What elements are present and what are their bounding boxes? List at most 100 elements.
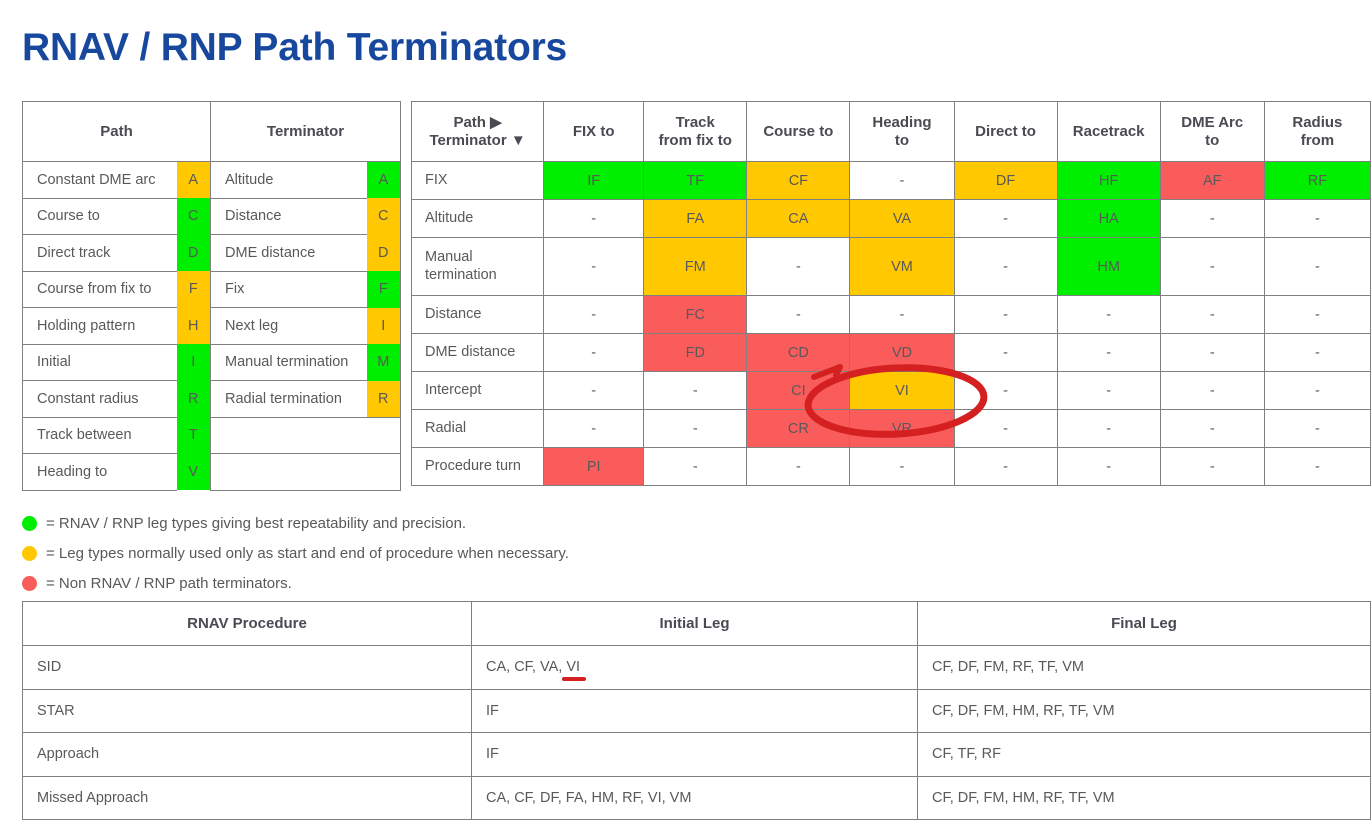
matrix-cell: CR: [746, 409, 851, 448]
path-code-cell: D: [176, 234, 212, 271]
matrix-column-header: Heading to: [849, 101, 955, 162]
matrix-row-header: Intercept: [410, 371, 545, 410]
matrix-row: FIX IF TF CF - DF HF AF RF: [410, 161, 1372, 200]
path-name-cell: Initial: [22, 343, 177, 381]
terminator-name-cell: [210, 416, 367, 454]
matrix-cell: -: [543, 199, 645, 238]
matrix-row-header: FIX: [410, 161, 545, 200]
matrix-cell: -: [543, 333, 645, 372]
initial-leg-underlined-token: VI: [562, 659, 586, 682]
red-circle-icon: [22, 575, 37, 591]
proc-name-cell: SID: [22, 645, 472, 690]
path-name-cell: Course to: [22, 197, 177, 235]
terminator-code-cell: F: [366, 271, 402, 308]
matrix-column-header: DME Arc to: [1159, 101, 1265, 162]
matrix-cell: -: [1159, 409, 1265, 448]
matrix-row-header: Altitude: [410, 199, 545, 238]
terminator-code-cell: M: [366, 344, 402, 381]
matrix-cell: -: [1263, 409, 1372, 448]
path-code-cell: H: [176, 307, 212, 344]
path-terminator-reference-table: Path Terminator Constant DME arc A Altitud…: [21, 101, 402, 491]
matrix-row: Manual termination - FM - VM - HM - -: [410, 237, 1372, 296]
matrix-cell: -: [1263, 447, 1372, 486]
path-code-cell: T: [176, 417, 212, 454]
matrix-cell: -: [543, 237, 645, 296]
matrix-cell: -: [1263, 371, 1372, 410]
matrix-cell: -: [643, 409, 748, 448]
matrix-cell: -: [1263, 295, 1372, 334]
matrix-cell: -: [849, 447, 955, 486]
ref-table-row: Heading to V: [22, 453, 402, 491]
matrix-row: Altitude - FA CA VA - HA - -: [410, 199, 1372, 238]
matrix-cell: CD: [746, 333, 851, 372]
ref-header-path: Path: [21, 101, 212, 162]
terminator-name-cell: Distance: [210, 197, 367, 235]
path-code-cell: A: [176, 161, 212, 198]
path-code-cell: C: [176, 198, 212, 235]
matrix-cell: -: [1056, 295, 1161, 334]
proc-name-cell: Missed Approach: [22, 775, 472, 820]
path-name-cell: Course from fix to: [22, 270, 177, 308]
proc-header-initial-leg: Initial Leg: [471, 601, 918, 646]
terminator-name-cell: [210, 453, 367, 491]
initial-leg-prefix: CA, CF, VA,: [486, 659, 567, 676]
matrix-cell: -: [953, 199, 1058, 238]
legend-label: = Leg types normally used only as start …: [46, 544, 569, 562]
proc-final-leg-cell: CF, TF, RF: [917, 732, 1371, 777]
matrix-cell: -: [953, 371, 1058, 410]
matrix-row-header: Manual termination: [410, 237, 545, 296]
matrix-row: Radial - - CR VR - - - -: [410, 409, 1372, 448]
terminator-code-cell: I: [366, 307, 402, 344]
ref-table-row: Constant DME arc A Altitude A: [22, 161, 402, 199]
matrix-cell: -: [543, 409, 645, 448]
color-legend: = RNAV / RNP leg types giving best repea…: [22, 508, 722, 598]
matrix-header-row: Path ▶ Terminator ▼ FIX to Track from fix …: [410, 101, 1372, 162]
matrix-row-header: Radial: [410, 409, 545, 448]
path-name-cell: Track between: [22, 416, 177, 454]
proc-header-row: RNAV Procedure Initial Leg Final Leg: [22, 601, 1371, 646]
matrix-cell: -: [953, 295, 1058, 334]
ref-table-row: Direct track D DME distance D: [22, 234, 402, 272]
terminator-name-cell: Radial termination: [210, 380, 367, 418]
path-name-cell: Constant radius: [22, 380, 177, 418]
path-name-cell: Constant DME arc: [22, 161, 177, 199]
matrix-cell: -: [1263, 333, 1372, 372]
matrix-cell: -: [746, 295, 851, 334]
proc-final-leg-cell: CF, DF, FM, HM, RF, TF, VM: [917, 775, 1371, 820]
matrix-cell: -: [1159, 333, 1265, 372]
terminator-name-cell: DME distance: [210, 234, 367, 272]
matrix-cell: -: [1056, 447, 1161, 486]
legend-item: = Leg types normally used only as start …: [22, 538, 722, 568]
proc-final-leg-cell: CF, DF, FM, HM, RF, TF, VM: [917, 688, 1371, 733]
proc-final-leg-cell: CF, DF, FM, RF, TF, VM: [917, 645, 1371, 690]
ref-header-terminator: Terminator: [210, 101, 402, 162]
matrix-cell: AF: [1159, 161, 1265, 200]
matrix-cell: -: [1263, 237, 1372, 296]
matrix-cell: -: [1056, 409, 1161, 448]
path-terminator-matrix-table: Path ▶ Terminator ▼ FIX to Track from fix …: [410, 101, 1372, 486]
proc-table-row: SID CA, CF, VA, VI CF, DF, FM, RF, TF, VM: [22, 645, 1371, 690]
ref-table-row: Track between T: [22, 416, 402, 454]
page-title: RNAV / RNP Path Terminators: [22, 26, 568, 69]
path-code-cell: F: [176, 271, 212, 308]
proc-initial-leg-cell: CA, CF, VA, VI: [471, 645, 918, 690]
matrix-cell: DF: [953, 161, 1058, 200]
path-name-cell: Holding pattern: [22, 307, 177, 345]
proc-initial-leg-cell: IF: [471, 688, 918, 733]
matrix-cell: -: [1159, 447, 1265, 486]
matrix-cell: VR: [849, 409, 955, 448]
matrix-cell: CF: [746, 161, 851, 200]
matrix-cell: -: [953, 237, 1058, 296]
matrix-cell: -: [849, 295, 955, 334]
matrix-cell: IF: [543, 161, 645, 200]
proc-name-cell: Approach: [22, 732, 472, 777]
matrix-cell: HF: [1056, 161, 1161, 200]
matrix-cell: -: [1056, 333, 1161, 372]
matrix-column-header: Course to: [746, 101, 851, 162]
matrix-cell: RF: [1263, 161, 1372, 200]
terminator-name-cell: Next leg: [210, 307, 367, 345]
terminator-code-cell: D: [366, 234, 402, 271]
matrix-row: Intercept - - CI VI - - - -: [410, 371, 1372, 410]
matrix-cell: -: [953, 447, 1058, 486]
ref-table-header-row: Path Terminator: [21, 101, 402, 162]
